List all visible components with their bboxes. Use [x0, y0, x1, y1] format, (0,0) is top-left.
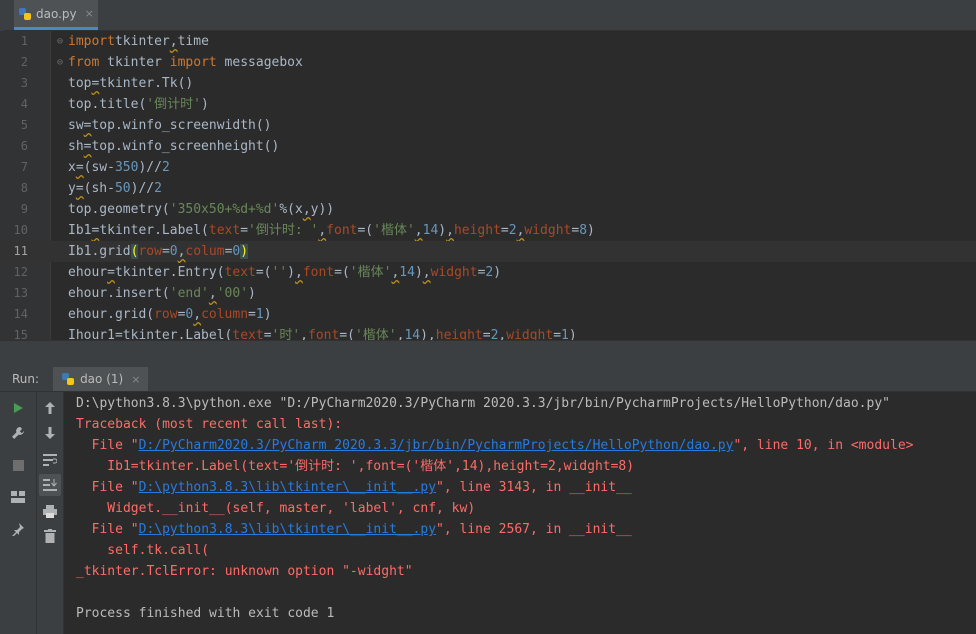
code-line[interactable]: 10 Ib1=tkinter.Label(text='倒计时: ',font=('…	[0, 220, 976, 241]
line-number: 7	[20, 160, 28, 174]
tab-dao-py[interactable]: dao.py ×	[14, 0, 98, 30]
run-tab-dao[interactable]: dao (1) ×	[53, 367, 149, 391]
code-line[interactable]: 5 sw=top.winfo_screenwidth()	[0, 115, 976, 136]
fold-marker-icon[interactable]: ⊖	[57, 52, 63, 73]
code-text: from tkinter import messagebox	[68, 55, 303, 70]
editor-tab-bar: dao.py ×	[0, 0, 976, 31]
pin-icon[interactable]	[7, 518, 29, 540]
python-file-icon	[19, 7, 31, 20]
console-error-line: _tkinter.TclError: unknown option "-widg…	[76, 564, 413, 579]
line-number: 15	[13, 328, 28, 340]
code-text: importtkinter,time	[68, 34, 209, 49]
line-number: 10	[13, 223, 28, 237]
code-line[interactable]: 11 Ib1.grid(row=0,colum=0)	[0, 241, 976, 262]
line-number: 5	[20, 118, 28, 132]
line-number: 12	[13, 265, 28, 279]
console-error-line: File "D:/PyCharm2020.3/PyCharm 2020.3.3/…	[76, 438, 914, 453]
print-icon[interactable]	[39, 500, 61, 522]
console-line: D:\python3.8.3\python.exe "D:/PyCharm202…	[76, 396, 890, 411]
code-text: Ib1=tkinter.Label(text='倒计时: ',font=('楷体…	[68, 223, 595, 238]
code-line[interactable]: 4 top.title('倒计时')	[0, 94, 976, 115]
code-text: sh=top.winfo_screenheight()	[68, 139, 280, 154]
file-path-link[interactable]: D:\python3.8.3\lib\tkinter\__init__.py	[139, 522, 436, 537]
python-run-icon	[62, 373, 75, 385]
soft-wrap-icon[interactable]	[39, 449, 61, 471]
code-text: top=tkinter.Tk()	[68, 76, 194, 91]
code-text: x=(sw-350)//2	[68, 160, 170, 175]
line-number: 13	[13, 286, 28, 300]
code-text: top.title('倒计时')	[68, 97, 209, 112]
code-text: top.geometry('350x50+%d+%d'%(x,y))	[68, 202, 335, 217]
line-number: 9	[20, 202, 28, 216]
console-line: Process finished with exit code 1	[76, 606, 335, 621]
run-toolbar-right	[37, 392, 64, 634]
line-number: 3	[20, 76, 28, 90]
code-line[interactable]: 6 sh=top.winfo_screenheight()	[0, 136, 976, 157]
run-tool-window-header: Run: dao (1) ×	[0, 367, 976, 392]
run-tab-label: dao (1)	[80, 372, 124, 386]
line-number: 14	[13, 307, 28, 321]
rerun-icon[interactable]	[7, 397, 29, 419]
run-console-output[interactable]: D:\python3.8.3\python.exe "D:/PyCharm202…	[64, 392, 976, 634]
line-number: 4	[20, 97, 28, 111]
code-text: Ihour1=tkinter.Label(text='时',font=('楷体'…	[68, 328, 577, 340]
line-number: 8	[20, 181, 28, 195]
line-number: 6	[20, 139, 28, 153]
line-number: 2	[20, 55, 28, 69]
code-text: ehour=tkinter.Entry(text=(''),font=('楷体'…	[68, 265, 502, 280]
run-toolbar-left	[0, 392, 37, 634]
layout-icon[interactable]	[7, 486, 29, 508]
code-text: ehour.insert('end','00')	[68, 286, 256, 301]
file-path-link[interactable]: D:/PyCharm2020.3/PyCharm 2020.3.3/jbr/bi…	[139, 438, 734, 453]
code-line[interactable]: 8 y=(sh-50)//2	[0, 178, 976, 199]
fold-marker-icon[interactable]: ⊖	[57, 31, 63, 52]
console-error-line: Widget.__init__(self, master, 'label', c…	[76, 501, 476, 516]
panel-splitter[interactable]	[0, 340, 976, 368]
run-label: Run:	[12, 372, 40, 386]
code-editor[interactable]: 1 ⊖ importtkinter,time 2 ⊖ from tkinter impor…	[0, 31, 976, 340]
code-line[interactable]: 9 top.geometry('350x50+%d+%d'%(x,y))	[0, 199, 976, 220]
trash-icon[interactable]	[39, 525, 61, 547]
code-text: sw=top.winfo_screenwidth()	[68, 118, 272, 133]
code-line[interactable]: 15 Ihour1=tkinter.Label(text='时',font=('楷…	[0, 325, 976, 340]
code-text: y=(sh-50)//2	[68, 181, 162, 196]
close-tab-icon[interactable]: ×	[85, 7, 94, 20]
scroll-to-end-icon[interactable]	[39, 474, 61, 496]
code-line[interactable]: 1 ⊖ importtkinter,time	[0, 31, 976, 52]
console-error-line: self.tk.call(	[76, 543, 210, 558]
console-error-line: File "D:\python3.8.3\lib\tkinter\__init_…	[76, 480, 632, 495]
code-text: ehour.grid(row=0,column=1)	[68, 307, 272, 322]
console-error-line: Ib1=tkinter.Label(text='倒计时: ',font=('楷体…	[76, 459, 635, 474]
code-text: Ib1.grid(row=0,colum=0)	[68, 244, 249, 259]
console-error-line: File "D:\python3.8.3\lib\tkinter\__init_…	[76, 522, 632, 537]
stop-icon[interactable]	[7, 454, 29, 476]
arrow-down-icon[interactable]	[39, 422, 61, 444]
tab-label: dao.py	[36, 6, 77, 21]
code-line[interactable]: 7 x=(sw-350)//2	[0, 157, 976, 178]
wrench-icon[interactable]	[7, 422, 29, 444]
file-path-link[interactable]: D:\python3.8.3\lib\tkinter\__init__.py	[139, 480, 436, 495]
code-line[interactable]: 13 ehour.insert('end','00')	[0, 283, 976, 304]
line-number: 1	[20, 34, 28, 48]
arrow-up-icon[interactable]	[39, 397, 61, 419]
code-line[interactable]: 12 ehour=tkinter.Entry(text=(''),font=('楷…	[0, 262, 976, 283]
close-run-tab-icon[interactable]: ×	[131, 373, 140, 386]
code-line[interactable]: 14 ehour.grid(row=0,column=1)	[0, 304, 976, 325]
console-error-line: Traceback (most recent call last):	[76, 417, 343, 432]
code-line[interactable]: 2 ⊖ from tkinter import messagebox	[0, 52, 976, 73]
code-line[interactable]: 3 top=tkinter.Tk()	[0, 73, 976, 94]
line-number: 11	[13, 244, 28, 258]
